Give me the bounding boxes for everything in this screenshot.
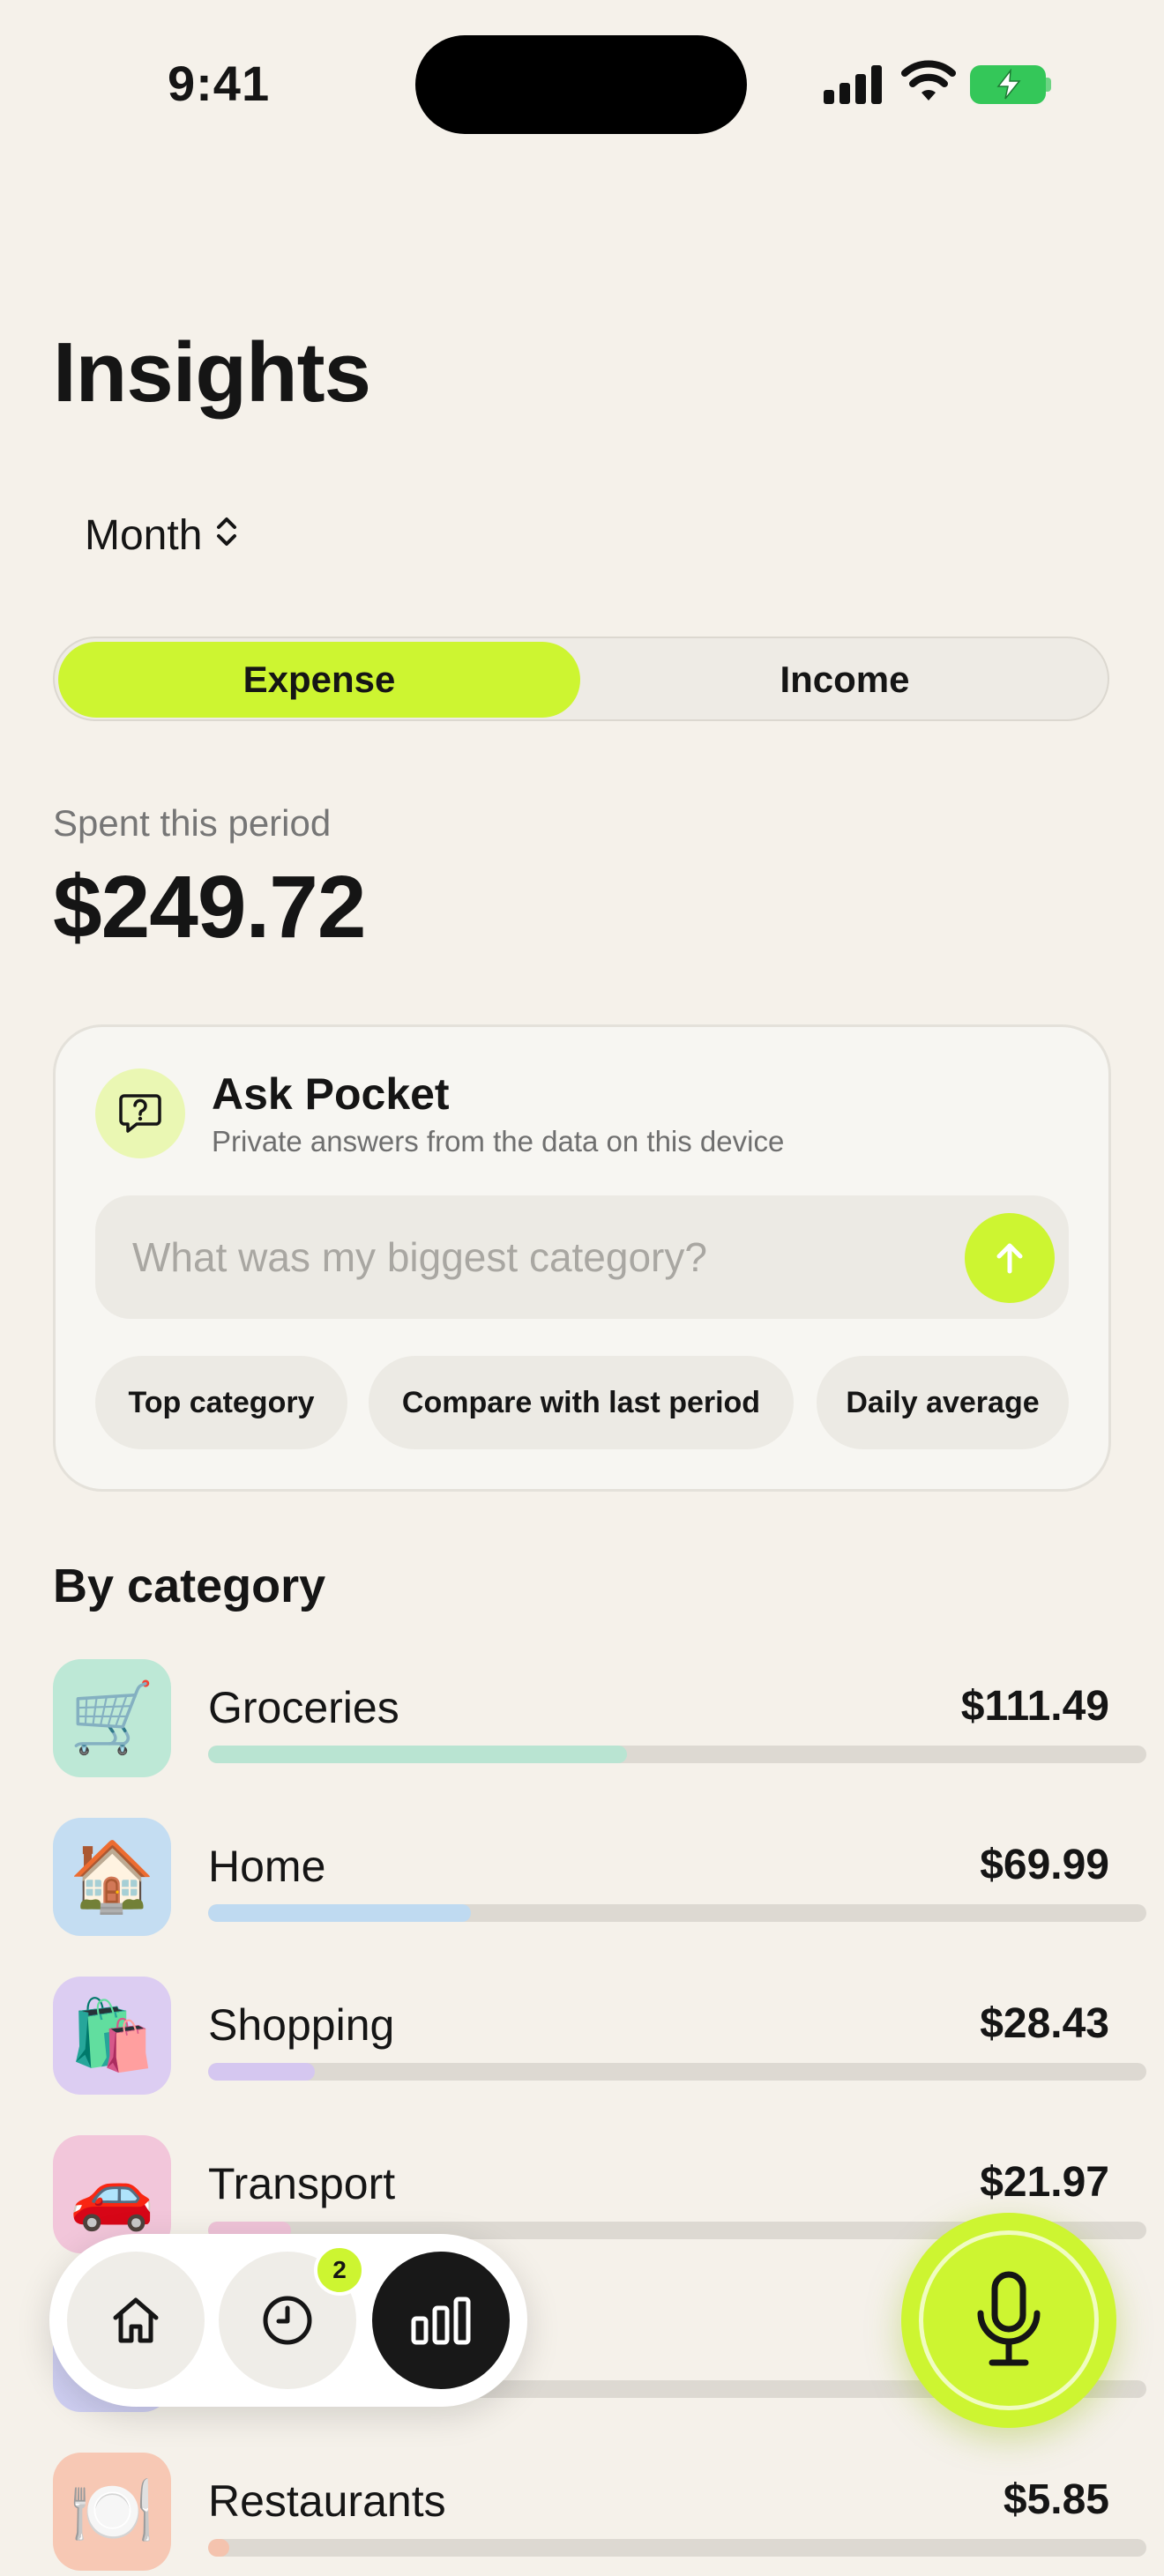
status-time: 9:41 (168, 56, 271, 111)
category-progress (208, 2539, 1146, 2557)
chevron-up-down-icon (214, 511, 239, 560)
category-name: Shopping (208, 2000, 395, 2050)
category-amount: $69.99 (980, 1842, 1109, 1888)
shopping-bags-icon: 🛍️ (53, 1977, 171, 2095)
spent-label: Spent this period (53, 802, 332, 844)
category-progress (208, 1904, 1146, 1922)
chip-top-category[interactable]: Top category (95, 1356, 347, 1449)
plate-cutlery-icon: 🍽️ (53, 2453, 171, 2571)
spent-amount: $249.72 (53, 858, 366, 957)
category-row-shopping[interactable]: 🛍️ Shopping $28.43 (53, 1977, 1146, 2100)
category-row-groceries[interactable]: 🛒 Groceries $111.49 (53, 1659, 1146, 1783)
ask-input[interactable] (132, 1195, 944, 1319)
category-amount: $5.85 (1003, 2476, 1109, 2523)
voice-input-button[interactable] (901, 2213, 1116, 2428)
battery-charging-icon (970, 65, 1051, 104)
tab-expense[interactable]: Expense (58, 642, 580, 718)
category-amount: $21.97 (980, 2159, 1109, 2206)
microphone-icon (977, 2271, 1041, 2366)
nav-insights-button[interactable] (372, 2252, 510, 2389)
category-name: Restaurants (208, 2476, 446, 2526)
home-icon (113, 2297, 159, 2343)
category-name: Transport (208, 2159, 396, 2208)
category-progress-fill (208, 1904, 471, 1922)
category-name: Groceries (208, 1683, 399, 1732)
expense-income-segment: Expense Income (53, 637, 1109, 721)
clock-icon (263, 2296, 312, 2345)
by-category-title: By category (53, 1560, 326, 1612)
ask-subtitle: Private answers from the data on this de… (212, 1125, 785, 1158)
category-name: Home (208, 1842, 326, 1891)
cellular-signal-icon (824, 63, 884, 104)
send-button[interactable] (965, 1213, 1055, 1303)
tab-income[interactable]: Income (584, 642, 1106, 718)
period-picker-label: Month (85, 512, 203, 559)
cart-icon: 🛒 (53, 1659, 171, 1777)
dynamic-island (415, 35, 747, 134)
category-row-restaurants[interactable]: 🍽️ Restaurants $5.85 (53, 2453, 1146, 2576)
ask-input-container (95, 1195, 1069, 1319)
house-icon: 🏠 (53, 1818, 171, 1936)
nav-home-button[interactable] (67, 2252, 205, 2389)
category-amount: $111.49 (960, 1683, 1109, 1730)
category-progress-fill (208, 2539, 230, 2557)
period-picker[interactable]: Month (85, 511, 239, 560)
ask-title: Ask Pocket (212, 1069, 450, 1119)
history-badge: 2 (314, 2245, 365, 2296)
category-progress-fill (208, 2063, 316, 2081)
category-row-home[interactable]: 🏠 Home $69.99 (53, 1818, 1146, 1941)
category-progress (208, 1746, 1146, 1763)
category-progress (208, 2063, 1146, 2081)
chip-daily-average[interactable]: Daily average (817, 1356, 1069, 1449)
wifi-icon (901, 60, 956, 108)
chip-compare-last-period[interactable]: Compare with last period (369, 1356, 794, 1449)
question-bubble-icon (95, 1068, 185, 1158)
bar-chart-icon (411, 2297, 471, 2345)
category-progress-fill (208, 1746, 627, 1763)
category-amount: $28.43 (980, 2000, 1109, 2047)
arrow-up-icon (996, 1243, 1023, 1274)
page-title: Insights (53, 325, 371, 420)
bottom-nav (49, 2234, 527, 2407)
